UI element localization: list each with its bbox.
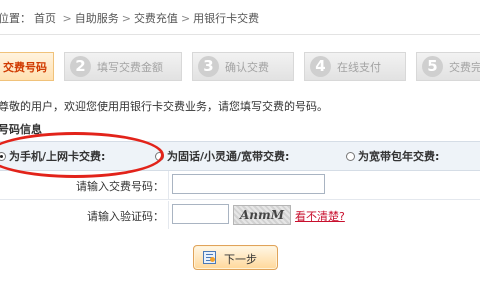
breadcrumb-item-self-service[interactable]: 自助服务 — [75, 12, 119, 25]
step-number-icon: 4 — [310, 56, 331, 77]
step-number-icon: 5 — [422, 56, 443, 77]
number-row: 请输入交费号码： — [0, 171, 480, 200]
step-5: 5 交费完 — [416, 52, 480, 81]
radio-checked-icon[interactable] — [0, 152, 6, 161]
radio-label: 为宽带包年交费: — [358, 150, 440, 163]
step-number-icon: 3 — [198, 56, 219, 77]
header-divider — [0, 34, 480, 35]
step-label: 交费完 — [449, 61, 480, 74]
next-button-label: 下一步 — [224, 253, 257, 266]
breadcrumb-separator: > — [121, 12, 131, 25]
captcha-input[interactable] — [172, 204, 229, 224]
breadcrumb-item-payment[interactable]: 交费充值 — [134, 12, 178, 25]
captcha-row: 请输入验证码： AnmM 看不清楚? — [0, 201, 480, 229]
phone-type-selector: 为手机/上网卡交费: 为固话/小灵通/宽带交费: 为宽带包年交费: — [0, 141, 480, 171]
step-label: 在线支付 — [337, 61, 381, 74]
phone-number-input[interactable] — [172, 174, 325, 194]
step-2: 2 填写交费金额 — [64, 52, 182, 81]
step-number-icon: 2 — [70, 56, 91, 77]
breadcrumb-separator: > — [180, 12, 191, 25]
radio-unchecked-icon[interactable] — [155, 152, 164, 161]
radio-landline[interactable]: 为固话/小灵通/宽带交费: — [155, 148, 289, 164]
intro-text: 尊敬的用户，欢迎您使用用银行卡交费业务，请您填写交费的号码。 — [0, 100, 328, 113]
form-icon — [203, 251, 216, 264]
radio-broadband-annual[interactable]: 为宽带包年交费: — [346, 148, 439, 164]
radio-unchecked-icon[interactable] — [346, 152, 355, 161]
radio-mobile[interactable]: 为手机/上网卡交费: — [0, 148, 105, 164]
number-label: 请输入交费号码： — [76, 180, 164, 193]
next-step-button[interactable]: 下一步 — [193, 245, 278, 270]
radio-label: 为固话/小灵通/宽带交费: — [167, 150, 290, 163]
captcha-label: 请输入验证码： — [87, 210, 164, 223]
step-1: 交费号码 — [0, 52, 54, 81]
section-title: 号码信息 — [0, 123, 42, 136]
step-label: 交费号码 — [3, 61, 47, 74]
breadcrumb-separator: > — [62, 12, 72, 25]
captcha-image[interactable]: AnmM — [233, 205, 291, 225]
step-label: 填写交费金额 — [97, 61, 163, 74]
step-label: 确认交费 — [225, 61, 269, 74]
breadcrumb-item-home[interactable]: 首页 — [34, 12, 56, 25]
step-4: 4 在线支付 — [304, 52, 406, 81]
row-divider — [168, 171, 169, 199]
breadcrumb: 位置： 首页 > 自助服务 > 交费充值 > 用银行卡交费 — [0, 10, 262, 28]
step-3: 3 确认交费 — [192, 52, 294, 81]
row-divider — [168, 201, 169, 229]
breadcrumb-prefix: 位置： — [0, 12, 31, 25]
radio-label: 为手机/上网卡交费: — [9, 150, 106, 163]
breadcrumb-item-bank-card: 用银行卡交费 — [193, 12, 260, 25]
refresh-captcha-link[interactable]: 看不清楚? — [295, 208, 345, 224]
